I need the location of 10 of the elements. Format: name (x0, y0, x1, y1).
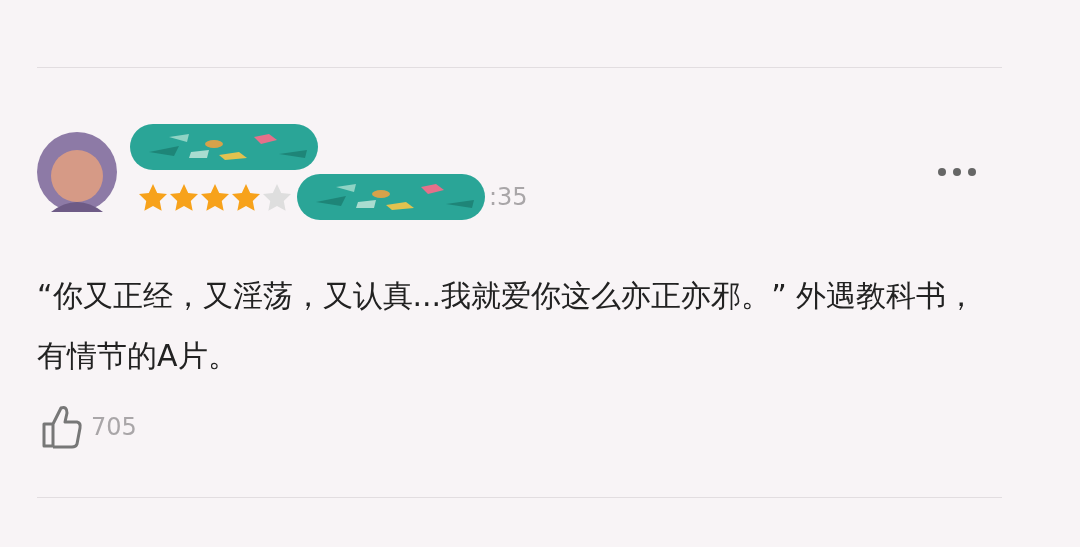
star-icon (201, 183, 229, 211)
review-time: :35 (489, 183, 528, 211)
like-count: 705 (91, 413, 137, 441)
star-icon (232, 183, 260, 211)
review-text: “你又正经，又淫荡，又认真...我就爱你这么亦正亦邪。” 外遇教科书，有情节的A片。 (37, 277, 978, 375)
star-icon (263, 183, 291, 211)
thumbs-up-icon[interactable] (41, 404, 83, 450)
more-icon[interactable] (938, 168, 976, 176)
star-icon (139, 183, 167, 211)
star-icon (170, 183, 198, 211)
